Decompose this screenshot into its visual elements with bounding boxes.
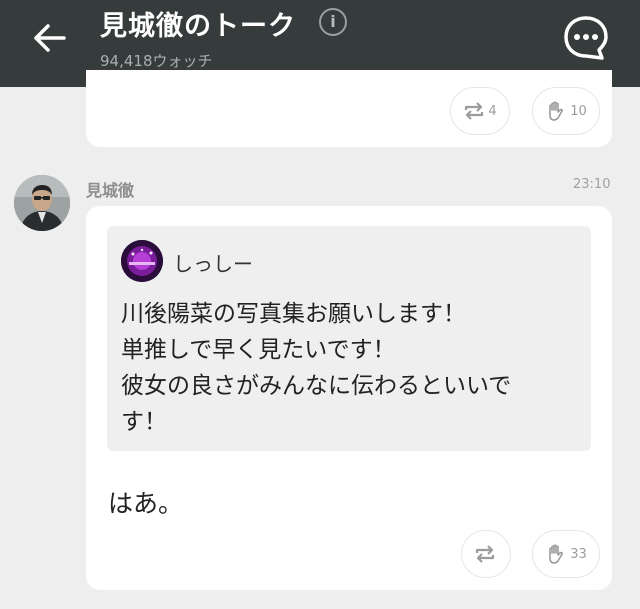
- reply-text: はあ。: [108, 489, 184, 518]
- questioner-name: しっしー: [173, 252, 253, 276]
- chat-bubble-icon[interactable]: [562, 14, 610, 62]
- repost-count: 4: [488, 103, 497, 119]
- question-line: 彼女の良さがみんなに伝わるといいで: [121, 373, 512, 399]
- quoted-question[interactable]: しっしー 川後陽菜の写真集お願いします！ 単推しで早く見たいです！ 彼女の良さが…: [107, 226, 591, 451]
- avatar[interactable]: [14, 175, 70, 231]
- sender-name[interactable]: 見城徹: [86, 177, 134, 201]
- question-line: 単推しで早く見たいです！: [121, 337, 396, 363]
- clap-button[interactable]: 33: [532, 530, 600, 578]
- back-arrow-icon[interactable]: [30, 20, 70, 56]
- page-title: 見城徹のトーク: [100, 11, 296, 42]
- clap-hand-icon: [545, 100, 567, 122]
- repost-icon: [463, 101, 485, 121]
- clap-hand-icon: [545, 543, 567, 565]
- clap-count: 10: [570, 103, 587, 119]
- question-text: 川後陽菜の写真集お願いします！ 単推しで早く見たいです！ 彼女の良さがみんなに伝…: [121, 296, 561, 440]
- repost-button[interactable]: 4: [450, 87, 510, 135]
- repost-icon: [474, 544, 496, 564]
- previous-post-card: 4 10: [86, 70, 612, 147]
- watch-count: 94,418ウォッチ: [100, 52, 213, 70]
- clap-button[interactable]: 10: [532, 87, 600, 135]
- repost-button[interactable]: [461, 530, 511, 578]
- questioner-avatar: [121, 240, 163, 282]
- question-line: す！: [121, 409, 167, 435]
- info-icon[interactable]: i: [319, 8, 347, 36]
- post-timestamp: 23:10: [573, 177, 611, 192]
- clap-count: 33: [570, 546, 587, 562]
- question-line: 川後陽菜の写真集お願いします！: [121, 301, 466, 327]
